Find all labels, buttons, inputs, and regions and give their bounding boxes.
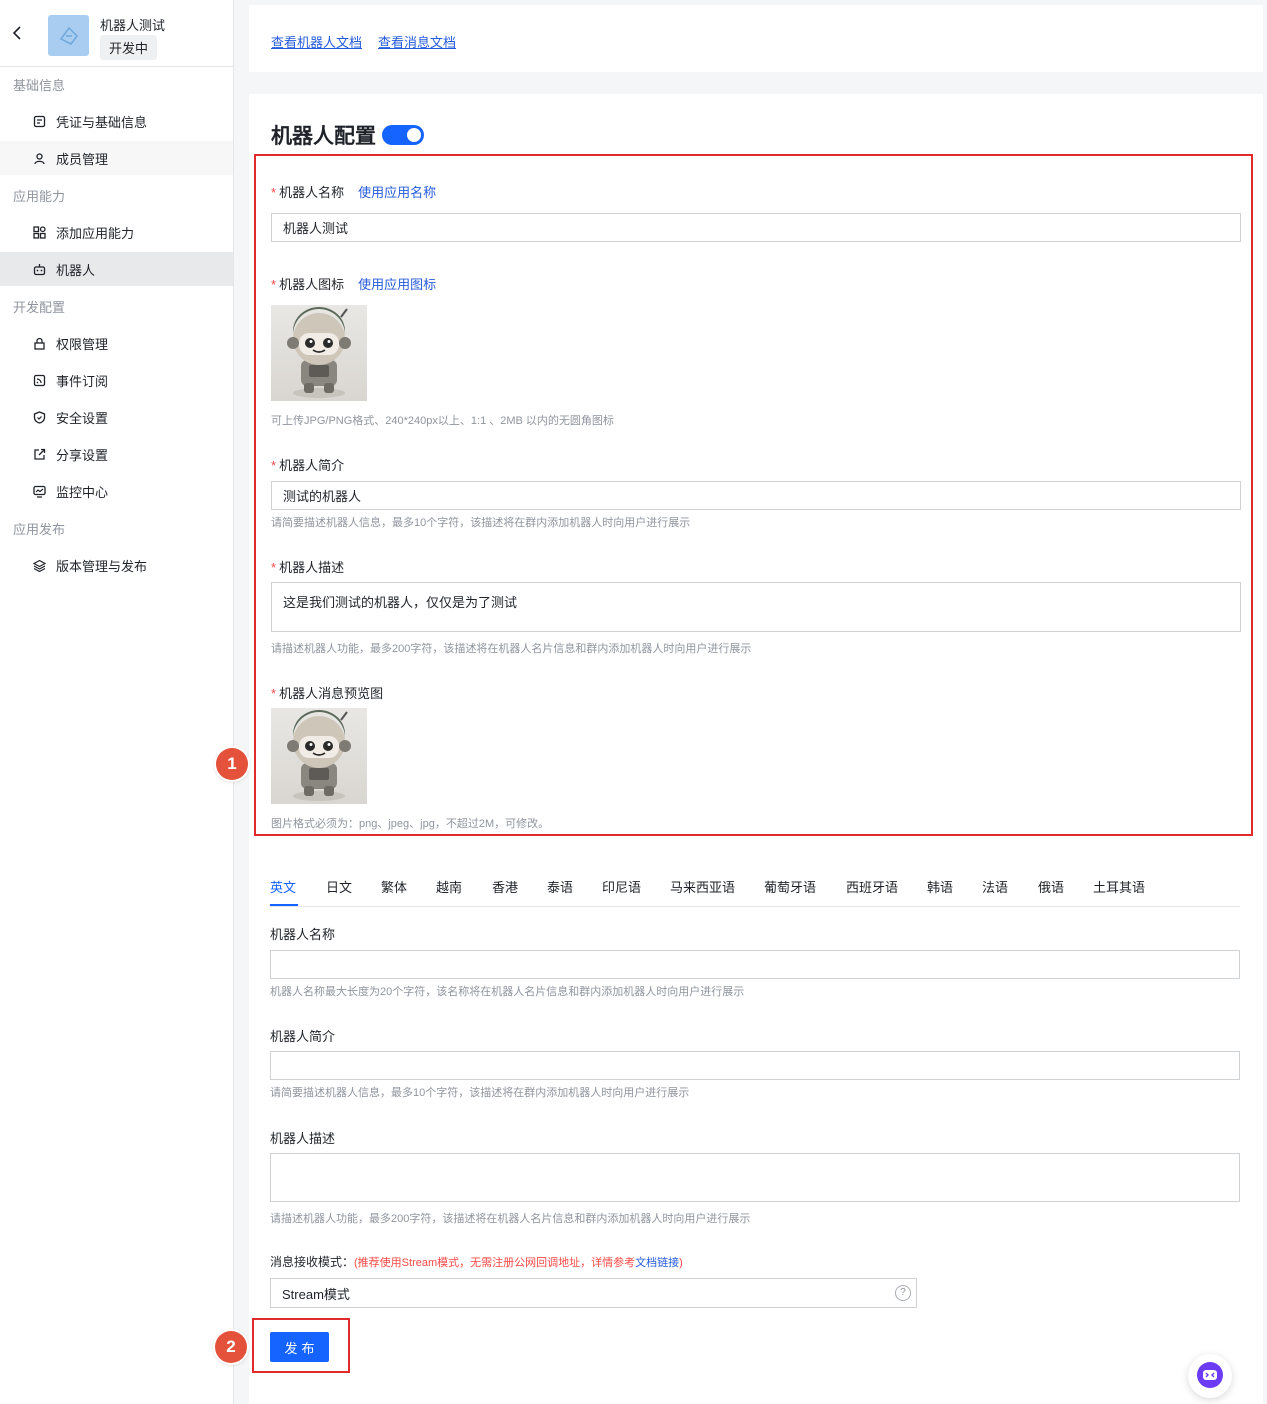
back-arrow-icon[interactable]: [12, 26, 26, 44]
annotation-badge-2: 2: [215, 1331, 247, 1363]
intro-help-text: 请简要描述机器人信息，最多10个字符，该描述将在群内添加机器人时向用户进行展示: [271, 517, 691, 529]
sidebar-item-members[interactable]: 成员管理: [0, 141, 233, 175]
active-tab-indicator: [270, 904, 298, 906]
rss-icon: [32, 373, 46, 387]
receive-mode-value: Stream模式: [282, 1286, 350, 1302]
desc-label: * 机器人描述: [271, 560, 345, 575]
credential-icon: [32, 114, 46, 128]
sidebar-item-label: 版本管理与发布: [56, 558, 148, 574]
sidebar-item-label: 凭证与基础信息: [56, 114, 148, 130]
section-title-text: 机器人配置: [271, 125, 376, 148]
receive-mode-doc-link[interactable]: 文档链接: [635, 1257, 679, 1269]
language-tabs: 英文 日文 繁体 越南 香港 泰语 印尼语 马来西亚语 葡萄牙语 西班牙语 韩语…: [270, 877, 1240, 907]
publish-button[interactable]: 发布: [270, 1332, 329, 1362]
sidebar-item-label: 监控中心: [56, 484, 109, 500]
i18n-name-input[interactable]: [270, 950, 1240, 979]
sidebar-item-label: 安全设置: [56, 410, 109, 426]
sidebar-item-label: 事件订阅: [56, 373, 109, 389]
message-preview-image[interactable]: [271, 708, 367, 804]
tab-ja[interactable]: 日文: [326, 877, 352, 896]
robot-config-card: 机器人配置 * 机器人名称 使用应用名称 机器人测试 * 机器人图标 使用应用图标: [249, 94, 1263, 1404]
tab-id[interactable]: 印尼语: [602, 877, 641, 896]
robot-name-input[interactable]: 机器人测试: [271, 213, 1241, 242]
tab-hk[interactable]: 香港: [492, 877, 518, 896]
group-title-capability: 应用能力: [13, 189, 66, 204]
message-docs-link[interactable]: 查看消息文档: [378, 32, 456, 51]
tab-ms[interactable]: 马来西亚语: [670, 877, 735, 896]
icon-label: * 机器人图标 使用应用图标: [271, 277, 437, 292]
layers-icon: [32, 558, 46, 572]
intro-label: * 机器人简介: [271, 458, 345, 473]
app-status-badge: 开发中: [100, 35, 158, 60]
preview-help-text: 图片格式必须为：png、jpeg、jpg，不超过2M，可修改。: [271, 818, 550, 830]
tab-pt[interactable]: 葡萄牙语: [764, 877, 816, 896]
apps-icon: [32, 225, 46, 239]
app-name: 机器人测试: [100, 18, 166, 33]
sidebar-item-events[interactable]: 事件订阅: [0, 363, 233, 397]
i18n-desc-label: 机器人描述: [270, 1131, 336, 1146]
robot-desc-textarea[interactable]: 这是我们测试的机器人，仅仅是为了测试: [271, 582, 1241, 632]
tab-vi[interactable]: 越南: [436, 877, 462, 896]
tab-en[interactable]: 英文: [270, 877, 296, 896]
help-question-icon[interactable]: ?: [895, 1285, 911, 1301]
i18n-intro-help: 请简要描述机器人信息，最多10个字符，该描述将在群内添加机器人时向用户进行展示: [270, 1087, 690, 1099]
i18n-name-help: 机器人名称最大长度为20个字符，该名称将在机器人名片信息和群内添加机器人时向用户…: [270, 986, 745, 998]
member-icon: [32, 151, 46, 165]
sidebar-item-label: 成员管理: [56, 151, 109, 167]
receive-mode-label: 消息接收模式：(推荐使用Stream模式，无需注册公网回调地址，详情参考文档链接…: [270, 1255, 683, 1269]
annotation-badge-1: 1: [216, 748, 248, 780]
use-app-icon-link[interactable]: 使用应用图标: [358, 277, 436, 292]
i18n-desc-help: 请描述机器人功能，最多200字符，该描述将在机器人名片信息和群内添加机器人时向用…: [270, 1213, 751, 1225]
tab-th[interactable]: 泰语: [547, 877, 573, 896]
chat-bot-icon: [1195, 1360, 1225, 1393]
use-app-name-link[interactable]: 使用应用名称: [358, 185, 436, 200]
section-title: 机器人配置: [271, 120, 424, 150]
tab-tr[interactable]: 土耳其语: [1093, 877, 1145, 896]
tab-fr[interactable]: 法语: [982, 877, 1008, 896]
tab-es[interactable]: 西班牙语: [846, 877, 898, 896]
receive-mode-select[interactable]: Stream模式 ?: [270, 1278, 917, 1308]
robot-docs-link[interactable]: 查看机器人文档: [271, 32, 362, 51]
desc-help-text: 请描述机器人功能，最多200字符，该描述将在机器人名片信息和群内添加机器人时向用…: [271, 643, 752, 655]
monitor-icon: [32, 484, 46, 498]
i18n-name-label: 机器人名称: [270, 927, 336, 942]
robot-intro-input[interactable]: 测试的机器人: [271, 481, 1241, 510]
app-logo: [48, 15, 89, 56]
chat-assistant-button[interactable]: [1188, 1354, 1232, 1398]
sidebar-item-security[interactable]: 安全设置: [0, 400, 233, 434]
i18n-intro-label: 机器人简介: [270, 1029, 336, 1044]
shield-icon: [32, 410, 46, 424]
sidebar: 机器人测试 开发中 基础信息 凭证与基础信息 成员管理 应用能力 添加应用能力 …: [0, 0, 234, 1404]
sidebar-item-credentials[interactable]: 凭证与基础信息: [0, 104, 233, 138]
group-title-dev: 开发配置: [13, 300, 66, 315]
preview-label: * 机器人消息预览图: [271, 686, 384, 701]
sidebar-item-permissions[interactable]: 权限管理: [0, 326, 233, 360]
tab-ru[interactable]: 俄语: [1038, 877, 1064, 896]
sidebar-item-share[interactable]: 分享设置: [0, 437, 233, 471]
sidebar-item-label: 添加应用能力: [56, 225, 135, 241]
sidebar-item-label: 机器人: [56, 262, 96, 278]
sidebar-item-robot[interactable]: 机器人: [0, 252, 233, 286]
robot-icon-image[interactable]: [271, 305, 367, 401]
sidebar-item-label: 权限管理: [56, 336, 109, 352]
lock-icon: [32, 336, 46, 350]
i18n-desc-textarea[interactable]: [270, 1153, 1240, 1202]
icon-help-text: 可上传JPG/PNG格式、240*240px以上、1:1 、2MB 以内的无圆角…: [271, 415, 614, 427]
sidebar-item-label: 分享设置: [56, 447, 109, 463]
group-title-basic: 基础信息: [13, 78, 66, 93]
i18n-intro-input[interactable]: [270, 1051, 1240, 1080]
doc-links-card: 查看机器人文档 查看消息文档: [249, 5, 1263, 72]
sidebar-item-add-capability[interactable]: 添加应用能力: [0, 215, 233, 249]
sidebar-item-versions[interactable]: 版本管理与发布: [0, 548, 233, 582]
name-label: * 机器人名称 使用应用名称: [271, 185, 437, 200]
tab-ko[interactable]: 韩语: [927, 877, 953, 896]
share-icon: [32, 447, 46, 461]
robot-enable-toggle[interactable]: [382, 125, 424, 145]
sidebar-item-monitor[interactable]: 监控中心: [0, 474, 233, 508]
group-title-publish: 应用发布: [13, 522, 66, 537]
robot-icon: [32, 262, 46, 276]
app-header: 机器人测试 开发中: [0, 0, 233, 67]
tab-zh-tw[interactable]: 繁体: [381, 877, 407, 896]
